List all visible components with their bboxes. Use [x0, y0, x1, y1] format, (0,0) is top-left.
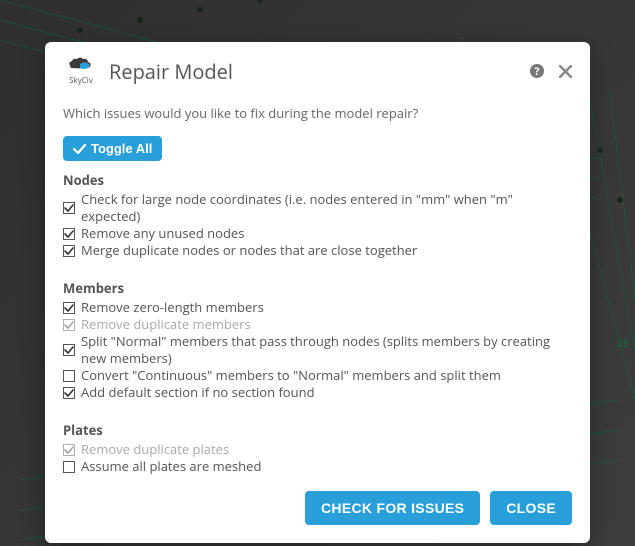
- option-label: Add default section if no section found: [81, 384, 315, 401]
- option-label: Remove duplicate plates: [81, 441, 229, 458]
- brand-name: SkyCiv: [69, 75, 93, 86]
- option-members-0[interactable]: Remove zero-length members: [63, 299, 572, 316]
- option-plates-0: Remove duplicate plates: [63, 441, 572, 458]
- section-title-plates: Plates: [63, 421, 572, 439]
- option-nodes-2[interactable]: Merge duplicate nodes or nodes that are …: [63, 242, 572, 259]
- brand-logo: SkyCiv: [63, 56, 99, 86]
- checkbox-members-4[interactable]: [63, 387, 75, 399]
- option-nodes-0[interactable]: Check for large node coordinates (i.e. n…: [63, 191, 572, 225]
- checkbox-plates-0: [63, 444, 75, 456]
- section-title-members: Members: [63, 279, 572, 297]
- checkbox-plates-1[interactable]: [63, 461, 75, 473]
- checkbox-members-1: [63, 319, 75, 331]
- toggle-all-button[interactable]: Toggle All: [63, 136, 162, 161]
- close-button[interactable]: CLOSE: [490, 491, 572, 525]
- option-label: Check for large node coordinates (i.e. n…: [81, 191, 572, 225]
- option-members-3[interactable]: Convert "Continuous" members to "Normal"…: [63, 367, 572, 384]
- option-label: Remove zero-length members: [81, 299, 264, 316]
- option-label: Split "Normal" members that pass through…: [81, 333, 572, 367]
- checkbox-members-2[interactable]: [63, 344, 75, 356]
- option-nodes-1[interactable]: Remove any unused nodes: [63, 225, 572, 242]
- checkbox-nodes-1[interactable]: [63, 228, 75, 240]
- option-members-1: Remove duplicate members: [63, 316, 572, 333]
- option-members-2[interactable]: Split "Normal" members that pass through…: [63, 333, 572, 367]
- option-plates-1[interactable]: Assume all plates are meshed: [63, 458, 572, 475]
- skyciv-logo-icon: [66, 56, 96, 74]
- help-icon[interactable]: ?: [529, 63, 545, 79]
- dialog-header: SkyCiv Repair Model ?: [45, 42, 590, 98]
- node-label-28: 28: [616, 336, 629, 351]
- dialog-body: Which issues would you like to fix durin…: [45, 98, 590, 491]
- checkbox-members-3[interactable]: [63, 370, 75, 382]
- option-label: Assume all plates are meshed: [81, 458, 261, 475]
- option-label: Convert "Continuous" members to "Normal"…: [81, 367, 501, 384]
- option-members-4[interactable]: Add default section if no section found: [63, 384, 572, 401]
- repair-model-dialog: SkyCiv Repair Model ? Which issues would…: [45, 42, 590, 543]
- check-for-issues-button[interactable]: CHECK FOR ISSUES: [305, 491, 480, 525]
- checkbox-members-0[interactable]: [63, 302, 75, 314]
- close-icon[interactable]: [559, 65, 572, 78]
- dialog-title: Repair Model: [109, 58, 519, 85]
- svg-text:?: ?: [534, 64, 539, 79]
- checkbox-nodes-0[interactable]: [63, 202, 75, 214]
- intro-text: Which issues would you like to fix durin…: [63, 104, 572, 122]
- option-label: Remove any unused nodes: [81, 225, 244, 242]
- check-icon: [73, 143, 86, 155]
- option-label: Remove duplicate members: [81, 316, 251, 333]
- toggle-all-label: Toggle All: [91, 141, 152, 156]
- section-title-nodes: Nodes: [63, 171, 572, 189]
- option-label: Merge duplicate nodes or nodes that are …: [81, 242, 417, 259]
- dialog-footer: CHECK FOR ISSUES CLOSE: [45, 491, 590, 543]
- checkbox-nodes-2[interactable]: [63, 245, 75, 257]
